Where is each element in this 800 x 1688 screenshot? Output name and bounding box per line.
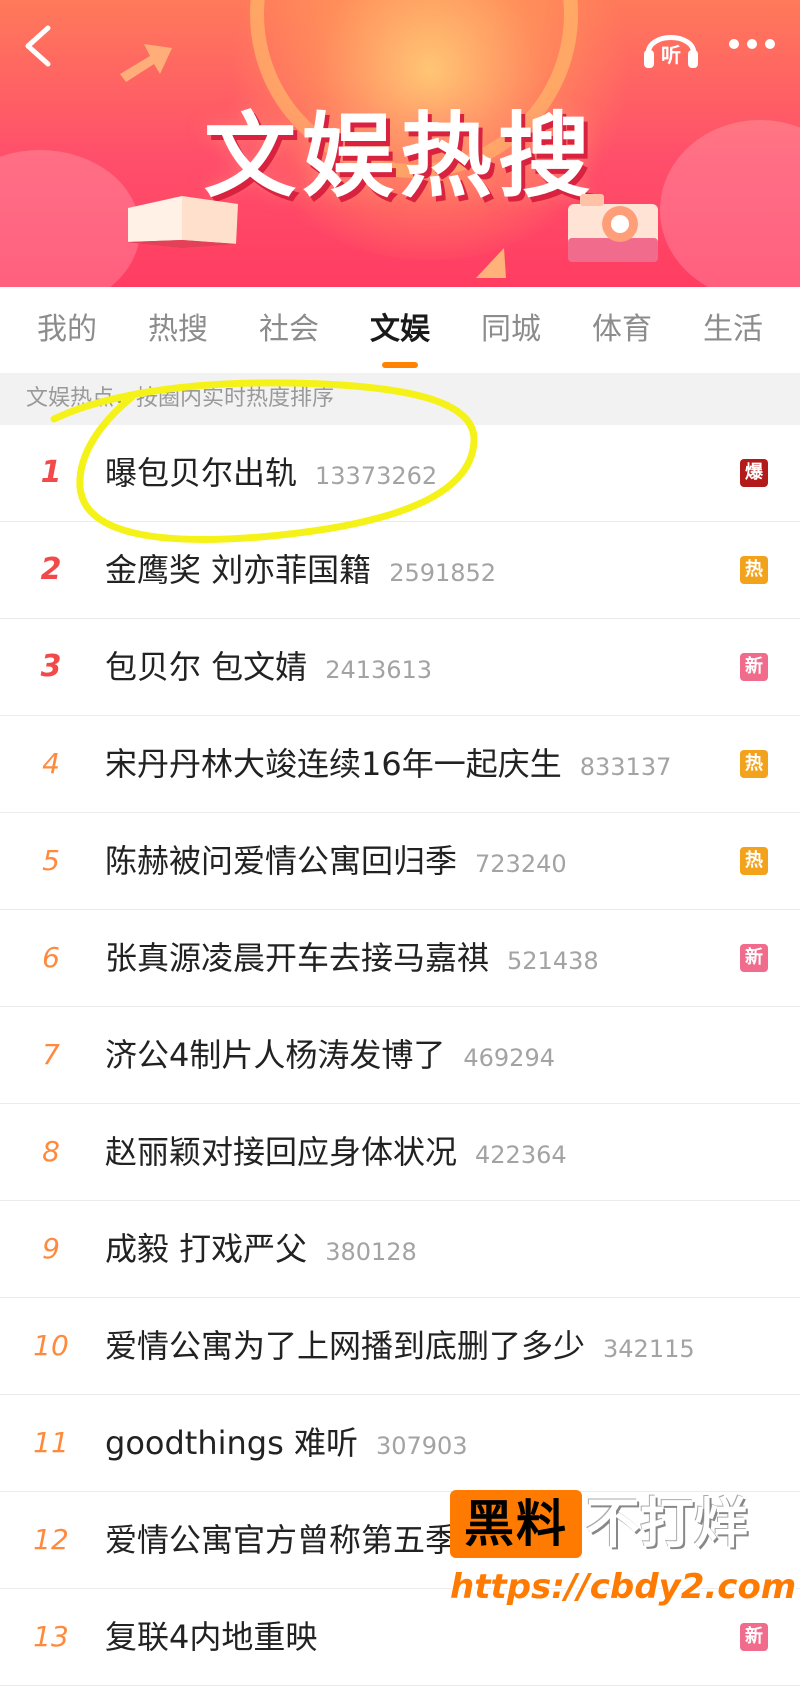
rank-number: 8 bbox=[42, 1135, 60, 1168]
tab-sports[interactable]: 体育 bbox=[567, 287, 677, 373]
listen-button[interactable]: 听 bbox=[640, 18, 702, 74]
heat-count: 833137 bbox=[579, 753, 672, 781]
badge-new: 新 bbox=[740, 653, 768, 681]
active-tab-indicator bbox=[382, 362, 418, 368]
watermark-url: https://cbdy2.com bbox=[450, 1567, 797, 1607]
list-item[interactable]: 8 赵丽颖对接回应身体状况 422364 bbox=[0, 1104, 800, 1201]
rank-number: 12 bbox=[33, 1523, 69, 1556]
heat-count: 2413613 bbox=[325, 656, 433, 684]
heat-count: 307903 bbox=[375, 1432, 468, 1460]
rank-number: 13 bbox=[33, 1620, 69, 1653]
rank-number: 6 bbox=[42, 941, 60, 974]
badge-hot: 热 bbox=[740, 556, 768, 584]
list-item[interactable]: 10 爱情公寓为了上网播到底删了多少 342115 bbox=[0, 1298, 800, 1395]
list-item[interactable]: 6 张真源凌晨开车去接马嘉祺 521438 新 bbox=[0, 910, 800, 1007]
list-subheader: 文娱热点，按圈内实时热度排序 bbox=[0, 373, 800, 425]
badge-hot: 热 bbox=[740, 750, 768, 778]
subheader-text: 文娱热点，按圈内实时热度排序 bbox=[26, 386, 335, 411]
heat-count: 380128 bbox=[325, 1238, 417, 1266]
heat-count: 342115 bbox=[603, 1335, 695, 1363]
camera-icon bbox=[568, 194, 658, 262]
heat-count: 2591852 bbox=[389, 559, 497, 587]
item-title: 济公4制片人杨涛发博了 469294 bbox=[105, 1036, 555, 1074]
back-chevron-icon[interactable] bbox=[18, 22, 58, 70]
list-item[interactable]: 5 陈赫被问爱情公寓回归季 723240 热 bbox=[0, 813, 800, 910]
rank-number: 10 bbox=[33, 1329, 69, 1362]
rank-number: 3 bbox=[40, 649, 62, 684]
rank-number: 5 bbox=[42, 844, 60, 877]
heat-count: 469294 bbox=[463, 1044, 555, 1072]
item-title: goodthings 难听 307903 bbox=[105, 1424, 468, 1462]
item-title: 宋丹丹林大竣连续16年一起庆生 833137 bbox=[105, 745, 672, 783]
watermark-text: 不打烊 bbox=[586, 1492, 748, 1555]
list-item[interactable]: 11 goodthings 难听 307903 bbox=[0, 1395, 800, 1492]
badge-explosive: 爆 bbox=[740, 459, 768, 487]
item-title: 爱情公寓为了上网播到底删了多少 342115 bbox=[105, 1327, 695, 1365]
tab-hot-search[interactable]: 热搜 bbox=[123, 287, 233, 373]
rank-number: 9 bbox=[42, 1232, 60, 1265]
item-title: 赵丽颖对接回应身体状况 422364 bbox=[105, 1133, 567, 1171]
heat-count: 521438 bbox=[507, 947, 599, 975]
tab-mine[interactable]: 我的 bbox=[12, 287, 122, 373]
item-title: 成毅 打戏严父 380128 bbox=[105, 1230, 417, 1268]
rank-number: 7 bbox=[42, 1038, 60, 1071]
badge-new: 新 bbox=[740, 1623, 768, 1651]
list-item[interactable]: 1 曝包贝尔出轨 13373262 爆 bbox=[0, 425, 800, 522]
decorative-arrow-icon bbox=[120, 44, 172, 82]
list-item[interactable]: 3 包贝尔 包文婧 2413613 新 bbox=[0, 619, 800, 716]
item-title: 爱情公寓官方曾称第五季 bbox=[105, 1521, 458, 1559]
header-banner: 听 文娱热搜 bbox=[0, 0, 800, 287]
badge-new: 新 bbox=[740, 944, 768, 972]
item-title: 复联4内地重映 bbox=[105, 1618, 318, 1656]
item-title: 金鹰奖 刘亦菲国籍 2591852 bbox=[105, 551, 497, 589]
decorative-triangle-icon bbox=[476, 248, 506, 278]
heat-count: 723240 bbox=[475, 850, 567, 878]
rank-number: 4 bbox=[42, 747, 60, 780]
item-title: 陈赫被问爱情公寓回归季 723240 bbox=[105, 842, 567, 880]
headphones-icon: 听 bbox=[644, 35, 698, 68]
book-icon bbox=[126, 196, 238, 248]
tab-society[interactable]: 社会 bbox=[234, 287, 344, 373]
badge-hot: 热 bbox=[740, 847, 768, 875]
item-title: 张真源凌晨开车去接马嘉祺 521438 bbox=[105, 939, 599, 977]
list-item[interactable]: 9 成毅 打戏严父 380128 bbox=[0, 1201, 800, 1298]
list-item[interactable]: 2 金鹰奖 刘亦菲国籍 2591852 热 bbox=[0, 522, 800, 619]
list-item[interactable]: 7 济公4制片人杨涛发博了 469294 bbox=[0, 1007, 800, 1104]
watermark-logo: 黑料 bbox=[450, 1490, 582, 1558]
rank-number: 1 bbox=[40, 455, 62, 490]
more-dots-icon[interactable] bbox=[722, 22, 782, 66]
rank-number: 11 bbox=[33, 1426, 69, 1459]
tab-life[interactable]: 生活 bbox=[678, 287, 788, 373]
item-title: 曝包贝尔出轨 13373262 bbox=[105, 454, 438, 492]
item-title: 包贝尔 包文婧 2413613 bbox=[105, 648, 433, 686]
heat-count: 422364 bbox=[475, 1141, 567, 1169]
heat-count: 13373262 bbox=[315, 462, 438, 490]
rank-number: 2 bbox=[40, 552, 62, 587]
listen-label: 听 bbox=[661, 43, 681, 67]
category-tabs: 我的 热搜 社会 文娱 同城 体育 生活 bbox=[0, 287, 800, 373]
tab-local[interactable]: 同城 bbox=[456, 287, 566, 373]
list-item[interactable]: 4 宋丹丹林大竣连续16年一起庆生 833137 热 bbox=[0, 716, 800, 813]
tab-entertainment[interactable]: 文娱 bbox=[345, 287, 455, 373]
